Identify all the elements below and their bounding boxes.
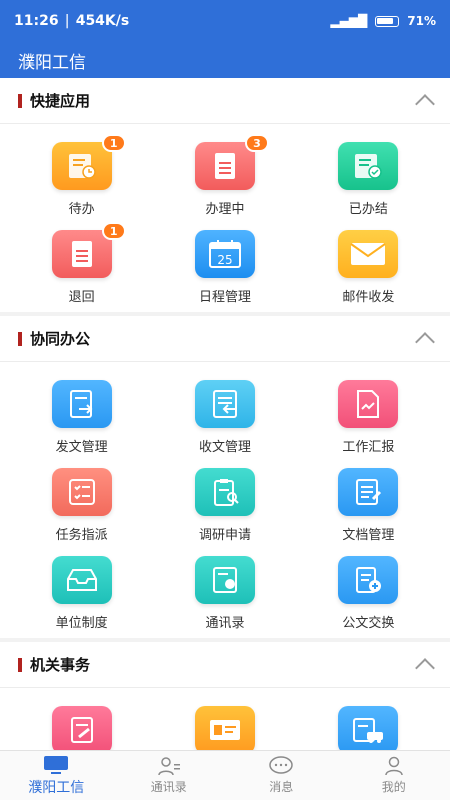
tab-profile[interactable]: 我的 <box>338 751 450 800</box>
completed-doc-check-icon <box>338 142 399 190</box>
bottom-tab-bar: 濮阳工信 通讯录 消息 我的 <box>0 750 450 800</box>
mail-envelope-icon <box>338 230 399 278</box>
app-item-mail[interactable]: 邮件收发 <box>297 222 440 310</box>
notification-badge: 1 <box>101 134 126 152</box>
returned-doc-icon: 1 <box>51 222 126 278</box>
tab-label: 通讯录 <box>150 780 187 794</box>
status-bar: 11:26 | 454K/s ▂▄▆█ 71% <box>0 0 450 42</box>
status-speed: 454K/s <box>75 13 130 29</box>
tab-contacts[interactable]: 通讯录 <box>113 751 226 800</box>
section-marker <box>18 93 22 108</box>
contact-card-icon <box>194 556 255 604</box>
contacts-icon <box>158 757 180 776</box>
tab-home[interactable]: 濮阳工信 <box>0 751 113 800</box>
app-item-task-assign[interactable]: 任务指派 <box>10 460 153 548</box>
vehicle-doc-icon <box>338 706 399 750</box>
app-label: 退回 <box>68 290 95 305</box>
outgoing-doc-icon <box>51 380 112 428</box>
doc-exchange-icon <box>338 556 399 604</box>
app-label: 调研申请 <box>198 528 251 543</box>
section-header[interactable]: 快捷应用 <box>0 78 450 124</box>
status-separator: | <box>64 13 70 29</box>
notification-badge: 3 <box>244 134 269 152</box>
app-label: 日程管理 <box>198 290 251 305</box>
document-edit-icon <box>338 468 399 516</box>
chevron-up-icon[interactable] <box>415 331 435 352</box>
app-item-schedule[interactable]: 25 日程管理 <box>153 222 296 310</box>
app-item-contacts[interactable]: 通讯录 <box>153 548 296 636</box>
tab-label: 消息 <box>269 780 294 794</box>
page-title: 濮阳工信 <box>18 52 86 73</box>
research-clipboard-icon <box>194 468 255 516</box>
app-item-returned[interactable]: 1 退回 <box>10 222 153 310</box>
svg-text:25: 25 <box>217 253 232 267</box>
app-item-research[interactable]: 调研申请 <box>153 460 296 548</box>
app-label: 收文管理 <box>198 440 251 455</box>
chat-bubble-icon <box>269 756 293 774</box>
section-marker <box>18 331 22 346</box>
app-item-completed[interactable]: 已办结 <box>297 134 440 222</box>
section-admin-affairs: 机关事务 <box>0 642 450 750</box>
app-item-unit-rules[interactable]: 单位制度 <box>10 548 153 636</box>
app-item-todo[interactable]: 1 待办 <box>10 134 153 222</box>
app-item-outgoing[interactable]: 发文管理 <box>10 372 153 460</box>
app-item-incoming[interactable]: 收文管理 <box>153 372 296 460</box>
task-list-icon <box>51 468 112 516</box>
app-item-document-mgmt[interactable]: 文档管理 <box>297 460 440 548</box>
section-header[interactable]: 协同办公 <box>0 316 450 362</box>
app-item-admin-3[interactable] <box>297 698 440 750</box>
section-title: 协同办公 <box>30 330 91 348</box>
app-item-admin-1[interactable] <box>10 698 153 750</box>
section-quick-apps: 快捷应用 1 待办 3 办理中 已办结 1 退回 25 日程管理 邮件收发 <box>0 78 450 312</box>
edit-form-icon <box>51 706 112 750</box>
todo-doc-clock-icon: 1 <box>51 134 126 190</box>
chevron-up-icon[interactable] <box>415 657 435 678</box>
in-progress-doc-icon: 3 <box>194 134 269 190</box>
id-card-icon <box>194 706 255 750</box>
app-label: 发文管理 <box>55 440 108 455</box>
app-item-admin-2[interactable] <box>153 698 296 750</box>
tab-label: 我的 <box>381 780 406 794</box>
app-item-doc-exchange[interactable]: 公文交换 <box>297 548 440 636</box>
user-icon <box>385 756 403 776</box>
app-label: 单位制度 <box>55 616 108 631</box>
signal-icon: ▂▄▆█ <box>330 14 368 28</box>
section-marker <box>18 657 22 672</box>
section-collab-office: 协同办公 发文管理 收文管理 工作汇报 任务指派 调研申请 文档管理 单位制度 … <box>0 316 450 638</box>
battery-level: 71% <box>407 14 436 28</box>
section-title: 机关事务 <box>30 656 91 674</box>
app-label: 任务指派 <box>55 528 108 543</box>
status-time: 11:26 <box>14 13 59 29</box>
tab-messages[interactable]: 消息 <box>225 751 338 800</box>
notification-badge: 1 <box>101 222 126 240</box>
section-header[interactable]: 机关事务 <box>0 642 450 688</box>
app-label: 已办结 <box>348 202 388 217</box>
app-label: 办理中 <box>205 202 245 217</box>
app-item-in-progress[interactable]: 3 办理中 <box>153 134 296 222</box>
app-item-report[interactable]: 工作汇报 <box>297 372 440 460</box>
monitor-icon <box>44 755 69 774</box>
chevron-up-icon[interactable] <box>415 93 435 114</box>
tab-label: 濮阳工信 <box>28 779 85 796</box>
app-label: 文档管理 <box>342 528 395 543</box>
calendar-icon: 25 <box>194 230 255 278</box>
app-label: 待办 <box>68 202 95 217</box>
battery-icon <box>375 15 400 27</box>
section-title: 快捷应用 <box>30 92 91 110</box>
incoming-doc-icon <box>194 380 255 428</box>
inbox-tray-icon <box>51 556 112 604</box>
app-bar: 濮阳工信 <box>0 42 450 78</box>
main-content[interactable]: 快捷应用 1 待办 3 办理中 已办结 1 退回 25 日程管理 邮件收发 协同… <box>0 78 450 750</box>
app-label: 公文交换 <box>342 616 395 631</box>
app-label: 邮件收发 <box>342 290 395 305</box>
app-label: 通讯录 <box>205 616 245 631</box>
report-chart-icon <box>338 380 399 428</box>
app-label: 工作汇报 <box>342 440 395 455</box>
